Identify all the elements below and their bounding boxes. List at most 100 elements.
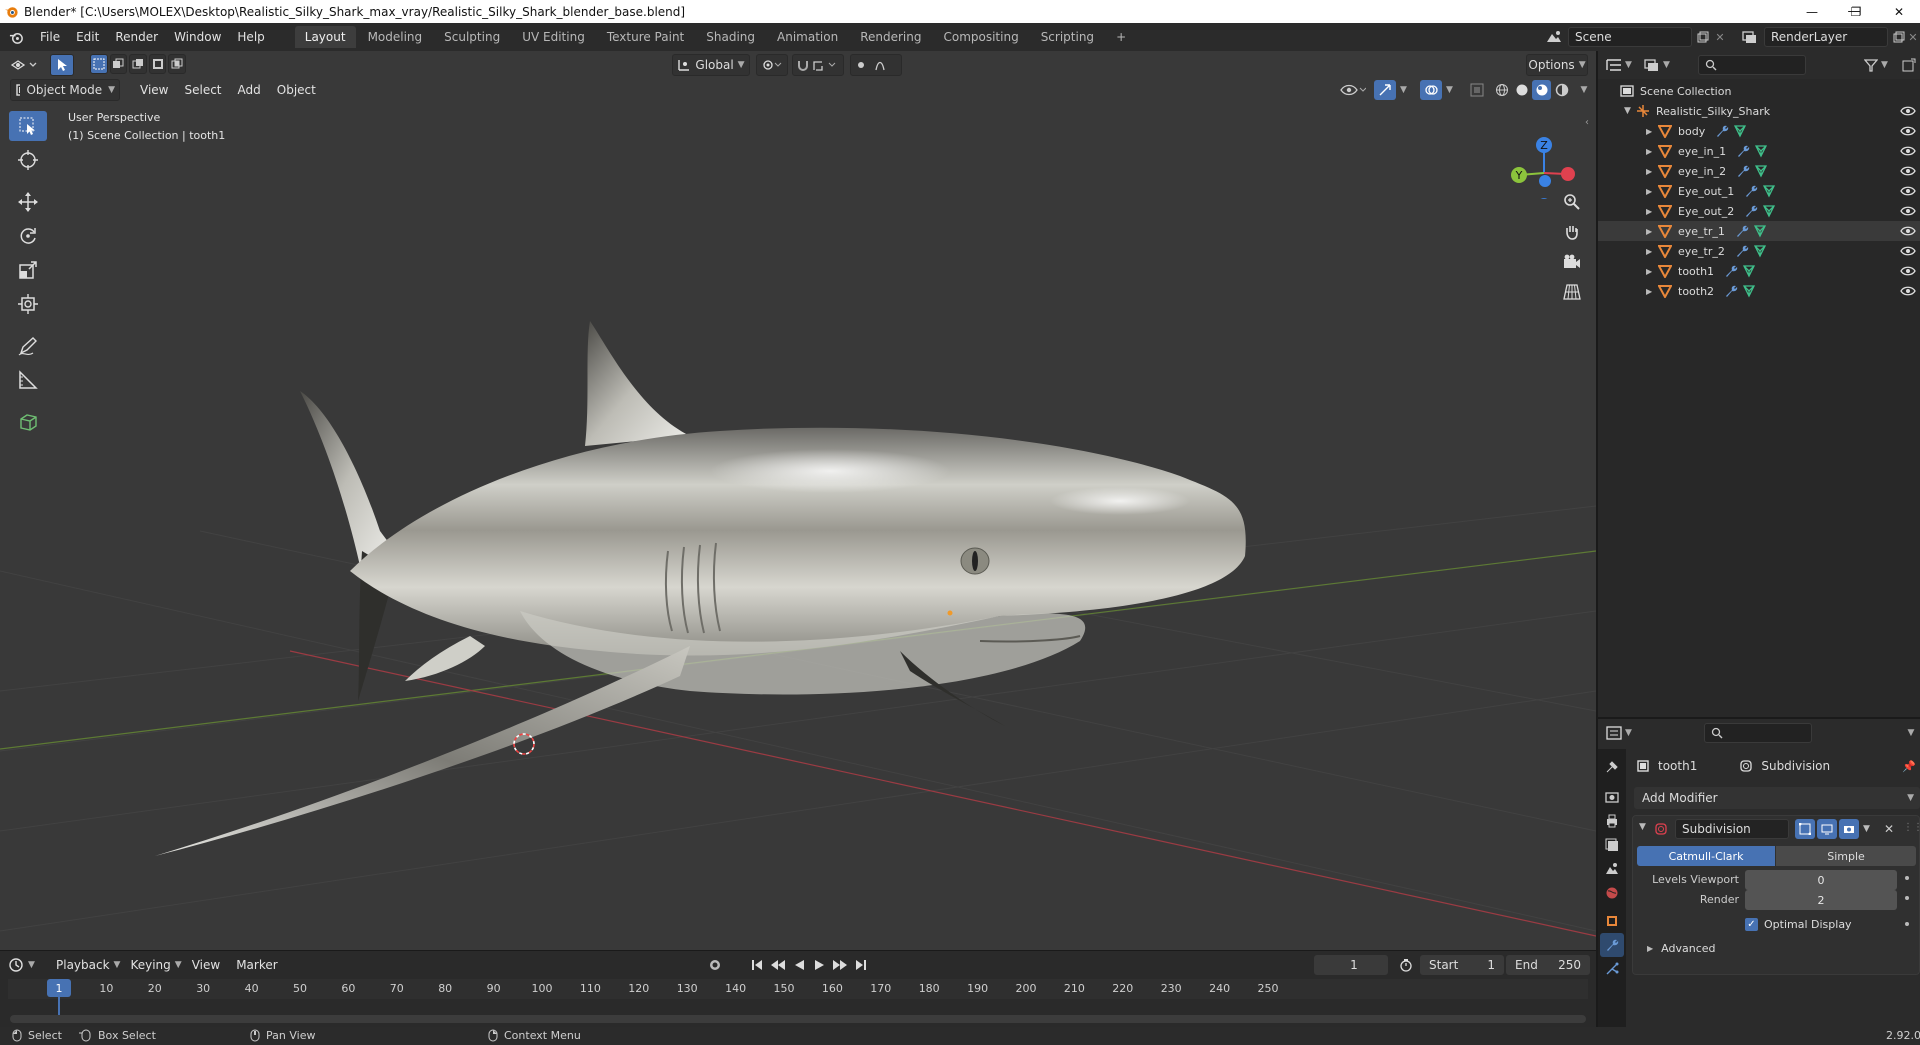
expand-arrow-icon[interactable]: ▶: [1646, 187, 1658, 196]
menu-help[interactable]: Help: [229, 23, 272, 51]
outliner-object-row[interactable]: ▶ eye_tr_2: [1598, 241, 1920, 261]
mesh-data-icon[interactable]: [1762, 204, 1776, 218]
view-layer-field[interactable]: RenderLayer: [1764, 27, 1888, 47]
timeline-menu-marker[interactable]: Marker: [228, 954, 285, 976]
modifier-wrench-icon[interactable]: [1715, 124, 1729, 138]
expand-arrow-icon[interactable]: ▶: [1646, 147, 1658, 156]
play-reverse-icon[interactable]: [792, 958, 806, 972]
tab-modeling[interactable]: Modeling: [358, 26, 433, 48]
vertical-area-divider[interactable]: [1596, 51, 1598, 1027]
tab-animation[interactable]: Animation: [767, 26, 848, 48]
outliner-scene-collection[interactable]: Scene Collection: [1598, 81, 1920, 101]
tab-compositing[interactable]: Compositing: [933, 26, 1028, 48]
proportional-editing-toggle[interactable]: [850, 54, 902, 76]
xray-toggle[interactable]: [1468, 81, 1486, 99]
mesh-data-icon[interactable]: [1742, 264, 1756, 278]
new-collection-button[interactable]: [1900, 55, 1918, 75]
modifier-wrench-icon[interactable]: [1735, 224, 1749, 238]
rotate-tool[interactable]: [9, 221, 47, 251]
preview-range-toggle[interactable]: [1396, 955, 1416, 975]
auto-keying-toggle[interactable]: [704, 955, 726, 975]
eye-icon[interactable]: [1900, 105, 1916, 117]
modifier-wrench-icon[interactable]: [1736, 164, 1750, 178]
timeline-menu-keying[interactable]: Keying: [122, 954, 178, 976]
eye-icon[interactable]: [1900, 165, 1916, 177]
tab-scene[interactable]: [1600, 857, 1624, 881]
outliner-object-row[interactable]: ▶ eye_in_1: [1598, 141, 1920, 161]
expand-arrow-icon[interactable]: ▶: [1646, 267, 1658, 276]
timeline-menu-view[interactable]: View: [184, 954, 228, 976]
solid-shading-icon[interactable]: [1512, 80, 1531, 100]
tab-world[interactable]: [1600, 881, 1624, 905]
options-dropdown[interactable]: Options ▼: [1526, 54, 1588, 76]
remove-modifier-button[interactable]: ✕: [1881, 820, 1897, 838]
viewport-menu-object[interactable]: Object: [269, 79, 324, 101]
eye-icon[interactable]: [1900, 205, 1916, 217]
tab-particles[interactable]: [1600, 957, 1624, 981]
snap-toggle[interactable]: [792, 54, 844, 76]
modifier-wrench-icon[interactable]: [1744, 204, 1758, 218]
pivot-point-dropdown[interactable]: [756, 54, 788, 76]
sidebar-toggle-arrow-icon[interactable]: ‹: [1585, 117, 1595, 131]
rendered-shading-icon[interactable]: [1552, 80, 1571, 100]
edit-mode-toggle-icon[interactable]: [1795, 819, 1815, 839]
tab-sculpting[interactable]: Sculpting: [434, 26, 510, 48]
add-workspace-button[interactable]: +: [1106, 26, 1136, 48]
outliner-search-input[interactable]: [1698, 55, 1806, 75]
render-levels-field[interactable]: 2: [1745, 890, 1897, 910]
modifier-wrench-icon[interactable]: [1735, 244, 1749, 258]
mesh-data-icon[interactable]: [1753, 244, 1767, 258]
eye-icon[interactable]: [1900, 125, 1916, 137]
outliner-filter-dropdown[interactable]: ▼: [1864, 55, 1896, 75]
shark-model[interactable]: [155, 321, 1246, 856]
expand-arrow-icon[interactable]: ▶: [1646, 127, 1658, 136]
interaction-mode-dropdown[interactable]: Object Mode ▼: [10, 79, 120, 101]
start-frame-field[interactable]: Start 1: [1420, 955, 1504, 975]
properties-search-input[interactable]: [1704, 723, 1812, 743]
blender-menu-icon[interactable]: [0, 23, 32, 51]
outliner-object-row[interactable]: ▶ eye_tr_1: [1598, 221, 1920, 241]
jump-end-icon[interactable]: [854, 958, 868, 972]
simple-button[interactable]: Simple: [1776, 846, 1916, 866]
move-tool[interactable]: [9, 187, 47, 217]
select-box-tool[interactable]: [9, 111, 47, 141]
tab-shading[interactable]: Shading: [696, 26, 765, 48]
mesh-data-icon[interactable]: [1742, 284, 1756, 298]
outliner-object-row[interactable]: ▶ tooth1: [1598, 261, 1920, 281]
animate-property-icon[interactable]: [1905, 876, 1909, 880]
eye-icon[interactable]: [1900, 225, 1916, 237]
properties-editor-type-button[interactable]: ▼: [1606, 723, 1638, 743]
delete-scene-button[interactable]: ✕: [1712, 28, 1728, 46]
tab-output[interactable]: [1600, 809, 1624, 833]
properties-options-dropdown[interactable]: ▼: [1904, 723, 1918, 743]
shading-options-dropdown[interactable]: ▼: [1576, 79, 1592, 101]
camera-view-button[interactable]: [1558, 249, 1586, 275]
transform-orientation-dropdown[interactable]: Global ▼: [672, 54, 750, 76]
scale-tool[interactable]: [9, 255, 47, 285]
editor-type-button[interactable]: [8, 55, 44, 75]
cursor-tool[interactable]: [9, 145, 47, 175]
outliner-object-row[interactable]: ▶ tooth2: [1598, 281, 1920, 301]
select-subtract-icon[interactable]: [129, 54, 147, 74]
overlays-toggle[interactable]: ▼: [1420, 79, 1462, 101]
animate-property-icon[interactable]: [1905, 896, 1909, 900]
modifier-wrench-icon[interactable]: [1744, 184, 1758, 198]
outliner-object-row[interactable]: ▶ eye_in_2: [1598, 161, 1920, 181]
outliner-collection-row[interactable]: ▼ Realistic_Silky_Shark: [1598, 101, 1920, 121]
toggle-perspective-button[interactable]: [1558, 279, 1586, 305]
select-tool-mode-button[interactable]: [50, 54, 74, 76]
expand-arrow-icon[interactable]: ▶: [1646, 247, 1658, 256]
maximize-window-button[interactable]: ❐: [1834, 0, 1878, 23]
tab-scripting[interactable]: Scripting: [1031, 26, 1104, 48]
display-mode-dropdown[interactable]: ▼: [1644, 55, 1676, 75]
annotate-tool[interactable]: [9, 331, 47, 361]
tab-texture-paint[interactable]: Texture Paint: [597, 26, 694, 48]
viewport-menu-select[interactable]: Select: [176, 79, 229, 101]
drag-handle-icon[interactable]: ⋮⋮: [1903, 822, 1920, 836]
select-extend-icon[interactable]: [109, 54, 128, 74]
outliner-object-row[interactable]: ▶ Eye_out_1: [1598, 181, 1920, 201]
wireframe-shading-icon[interactable]: [1492, 80, 1511, 100]
timeline-menu-playback[interactable]: Playback: [48, 954, 118, 976]
modifier-wrench-icon[interactable]: [1724, 264, 1738, 278]
tab-rendering[interactable]: Rendering: [850, 26, 931, 48]
